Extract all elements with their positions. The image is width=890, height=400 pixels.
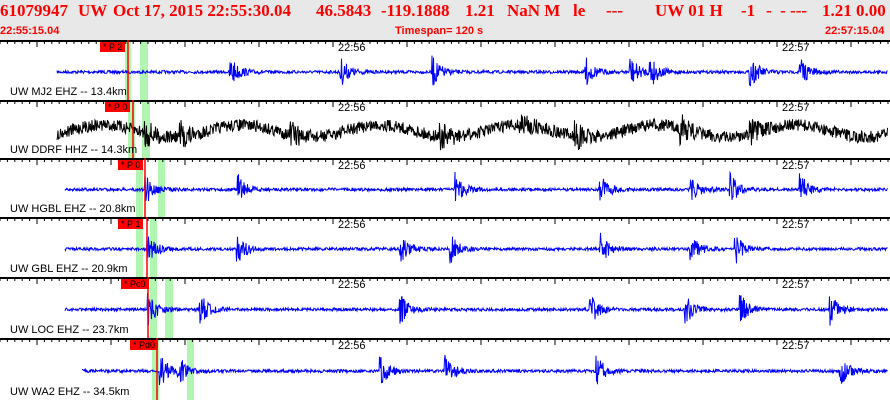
pick-label[interactable]: * Pd0 — [130, 340, 159, 350]
quality: -1 — [741, 1, 756, 20]
origin-time: Oct 17, 2015 22:55:30.04 — [113, 1, 292, 20]
magnitude: NaN M — [507, 1, 561, 20]
pick-label[interactable]: * Pc0 — [121, 279, 149, 289]
station-label: UW WA2 EHZ -- 34.5km — [10, 386, 130, 398]
station-label: UW MJ2 EHZ -- 13.4km — [10, 86, 127, 98]
waveform-panels[interactable]: * P 2 22:56 22:57 UW MJ2 EHZ -- 13.4km * P 0… — [0, 40, 890, 400]
timespan: Timespan= 120 s — [395, 25, 484, 37]
station-label: UW GBL EHZ -- 20.9km — [10, 263, 128, 275]
pick-label[interactable]: * P 0 — [105, 102, 131, 112]
time-label: 22:56 — [338, 219, 366, 231]
solution-source: UW 01 H — [655, 1, 723, 20]
event-type: le — [573, 1, 586, 20]
start-time: 22:55:15.04 — [0, 25, 60, 37]
trace-panel[interactable]: * P 0 22:56 22:57 UW DDRF HHZ -- 14.3km — [0, 100, 890, 158]
time-label: 22:57 — [782, 279, 810, 291]
trace-panel[interactable]: * Pc0 22:56 22:57 UW LOC EHZ -- 23.7km — [0, 277, 890, 338]
flags: - - --- — [766, 1, 808, 20]
waveform-trace — [56, 114, 888, 151]
time-label: 22:57 — [782, 219, 810, 231]
latitude: 46.5843 — [316, 1, 372, 20]
flag: --- — [606, 1, 623, 20]
time-label: 22:56 — [338, 42, 366, 54]
station-label: UW DDRF HHZ -- 14.3km — [10, 144, 138, 156]
longitude: -119.1888 — [381, 1, 450, 20]
time-label: 22:56 — [338, 340, 366, 352]
trace-panel[interactable]: * P 0 22:56 22:57 UW HGBL EHZ -- 20.8km — [0, 158, 890, 217]
waveform-trace — [81, 355, 888, 386]
pick-label[interactable]: * P 1 — [118, 219, 144, 229]
station-label: UW HGBL EHZ -- 20.8km — [10, 203, 136, 215]
trace-panel[interactable]: * Pd0 22:56 22:57 UW WA2 EHZ -- 34.5km — [0, 338, 890, 400]
waveform-trace — [64, 232, 888, 264]
trace-panel[interactable]: * P 2 22:56 22:57 UW MJ2 EHZ -- 13.4km — [0, 40, 890, 100]
axis-ticks — [0, 40, 889, 47]
event-header: 61079947 UW Oct 17, 2015 22:55:30.04 46.… — [0, 0, 890, 40]
end-time: 22:57:15.04 — [825, 25, 885, 37]
seismogram[interactable] — [0, 40, 890, 100]
time-label: 22:56 — [338, 102, 366, 114]
depth: 1.21 — [465, 1, 495, 20]
waveform-trace — [64, 293, 888, 327]
station-label: UW LOC EHZ -- 23.7km — [10, 324, 129, 336]
header-values: 1.21 0.00 — [822, 1, 886, 20]
waveform-trace — [64, 170, 888, 202]
pick-window — [140, 40, 148, 100]
time-label: 22:57 — [782, 42, 810, 54]
waveform-trace — [56, 55, 888, 87]
event-id: 61079947 — [0, 1, 68, 20]
pick-label[interactable]: * P 2 — [100, 42, 126, 52]
time-label: 22:56 — [338, 279, 366, 291]
pick-label[interactable]: * P 0 — [118, 160, 144, 170]
time-label: 22:57 — [782, 160, 810, 172]
event-network: UW — [78, 1, 108, 20]
time-label: 22:57 — [782, 102, 810, 114]
time-label: 22:56 — [338, 160, 366, 172]
trace-panel[interactable]: * P 1 22:56 22:57 UW GBL EHZ -- 20.9km — [0, 217, 890, 277]
time-label: 22:57 — [782, 340, 810, 352]
